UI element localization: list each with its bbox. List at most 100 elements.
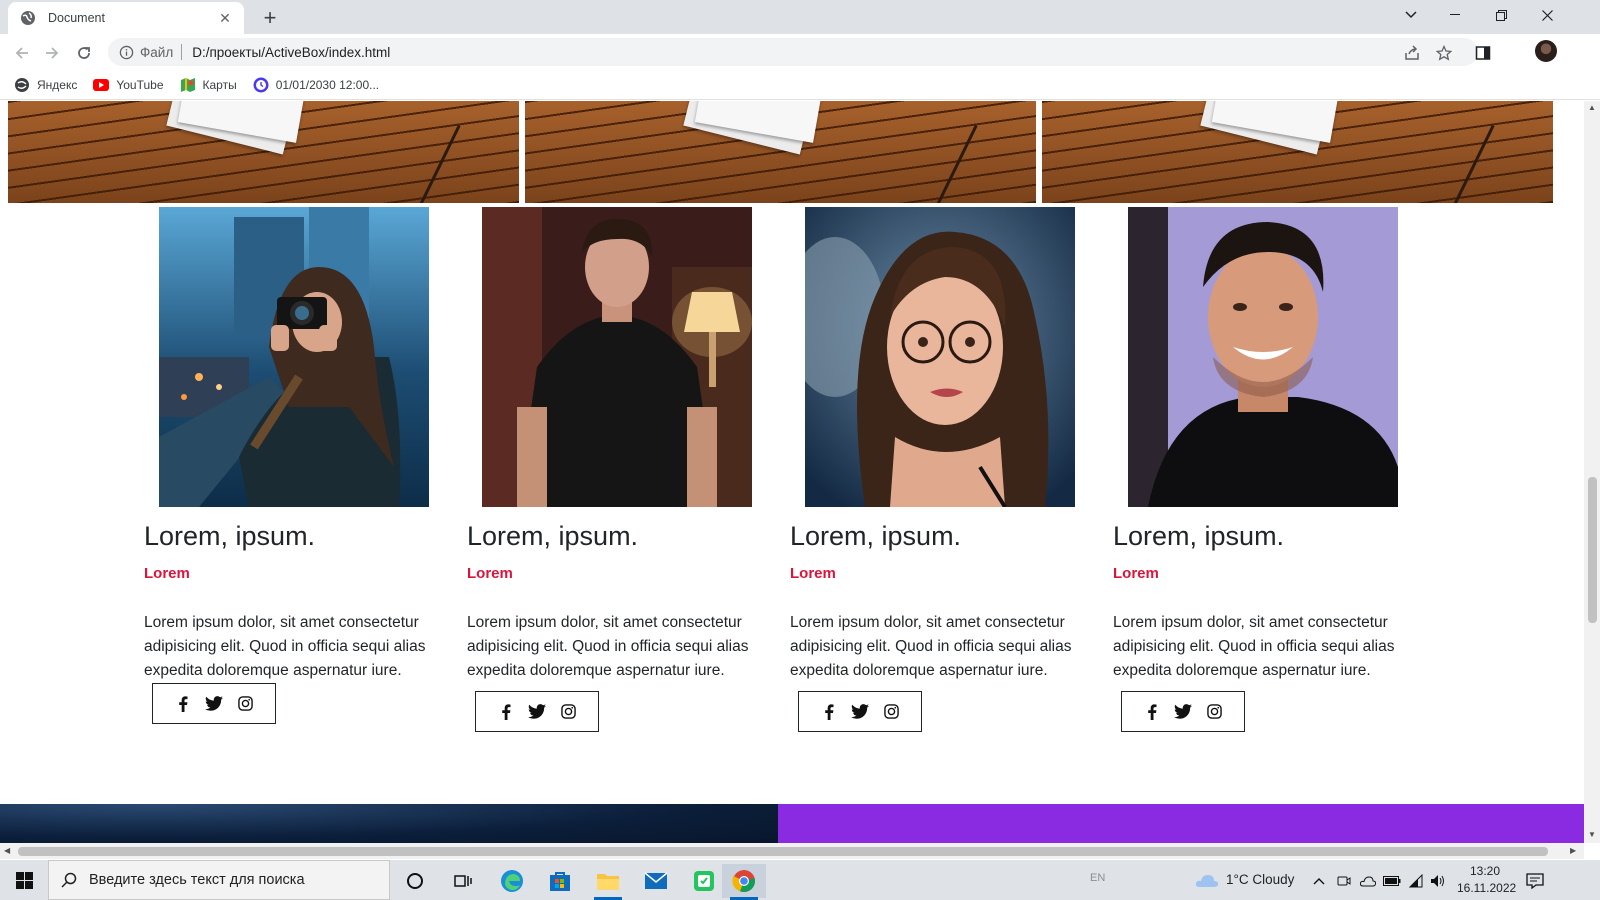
bookmark-label: YouTube — [116, 77, 164, 92]
search-placeholder: Введите здесь текст для поиска — [89, 872, 305, 888]
profile-avatar[interactable] — [1535, 40, 1557, 62]
bookmark-clock[interactable]: 01/01/2030 12:00... — [253, 77, 379, 93]
social-links — [475, 691, 599, 732]
tab-title: Document — [48, 11, 105, 25]
bookmark-label: Яндекс — [37, 77, 78, 92]
card-role: Lorem — [467, 565, 513, 582]
instagram-icon[interactable] — [559, 703, 577, 721]
card-description: Lorem ipsum dolor, sit amet consectetur … — [144, 614, 426, 679]
language-indicator[interactable]: EN — [1090, 872, 1105, 884]
close-tab-icon[interactable]: ✕ — [216, 9, 234, 27]
reload-icon[interactable] — [72, 41, 96, 65]
maps-icon — [180, 77, 196, 93]
instagram-icon[interactable] — [882, 703, 900, 721]
close-window-icon[interactable] — [1524, 0, 1570, 30]
task-view-icon[interactable] — [441, 864, 485, 898]
edge-browser-icon[interactable] — [490, 864, 534, 898]
facebook-icon[interactable] — [497, 703, 515, 721]
chevron-up-icon[interactable] — [1310, 864, 1328, 898]
twitter-icon[interactable] — [527, 703, 546, 721]
forward-arrow-icon[interactable] — [40, 41, 64, 65]
clock-date[interactable]: 16.11.2022 — [1457, 881, 1516, 895]
address-bar[interactable]: Файл D:/проекты/ActiveBox/index.html — [108, 38, 1478, 66]
facebook-icon[interactable] — [174, 695, 192, 713]
browser-toolbar: Файл D:/проекты/ActiveBox/index.html — [0, 34, 1600, 70]
browser-tab-document[interactable]: Document ✕ — [8, 2, 244, 34]
chrome-icon[interactable] — [722, 864, 766, 900]
notifications-icon[interactable] — [1520, 864, 1550, 898]
facebook-icon[interactable] — [1143, 703, 1161, 721]
bookmarks-bar: Яндекс YouTube Карты 01/01/2030 12:00... — [0, 70, 1600, 100]
bookmark-maps[interactable]: Карты — [180, 77, 237, 93]
mail-icon[interactable] — [634, 864, 678, 898]
green-app-icon[interactable] — [682, 864, 726, 898]
scroll-right-arrow-icon[interactable]: ▶ — [1570, 846, 1576, 855]
globe-icon — [20, 10, 36, 26]
social-links — [152, 683, 276, 724]
side-panel-icon[interactable] — [1473, 43, 1493, 63]
wood-desk-image — [1042, 101, 1553, 203]
windows-taskbar: Введите здесь текст для поиска EN 1°C Cl… — [0, 860, 1600, 900]
wood-desk-image — [8, 101, 519, 203]
vertical-scroll-thumb[interactable] — [1588, 477, 1597, 623]
page-viewport: Lorem, ipsum. Lorem Lorem ipsum dolor, s… — [0, 101, 1584, 843]
scroll-up-arrow-icon[interactable]: ▲ — [1588, 103, 1596, 112]
social-links — [798, 691, 922, 732]
horizontal-scrollbar[interactable]: ◀ ▶ — [0, 843, 1584, 859]
woman-with-camera-photo — [159, 207, 429, 507]
weather-text[interactable]: 1°C Cloudy — [1226, 872, 1294, 887]
battery-icon[interactable] — [1382, 864, 1402, 898]
instagram-icon[interactable] — [236, 695, 254, 713]
smiling-man-photo — [1128, 207, 1398, 507]
bookmark-label: 01/01/2030 12:00... — [275, 77, 380, 92]
bookmark-yandex[interactable]: Яндекс — [14, 77, 77, 93]
tab-strip: Document ✕ + — [0, 0, 1600, 34]
taskbar-search-box[interactable]: Введите здесь текст для поиска — [48, 860, 390, 900]
woman-with-glasses-illustration — [805, 207, 1075, 507]
share-icon[interactable] — [1402, 43, 1422, 63]
bookmark-star-icon[interactable] — [1434, 43, 1454, 63]
next-section-image — [0, 804, 778, 843]
site-info-icon[interactable] — [118, 44, 134, 60]
clock-time[interactable]: 13:20 — [1470, 864, 1500, 878]
minimize-window-icon[interactable] — [1432, 0, 1478, 30]
volume-icon[interactable] — [1428, 864, 1448, 898]
meet-now-icon[interactable] — [1334, 864, 1354, 898]
onedrive-icon[interactable] — [1358, 864, 1378, 898]
windows-start-icon[interactable] — [8, 866, 40, 894]
social-links — [1121, 691, 1245, 732]
twitter-icon[interactable] — [850, 703, 869, 721]
twitter-icon[interactable] — [1173, 703, 1192, 721]
file-explorer-icon[interactable] — [586, 864, 630, 900]
card-description: Lorem ipsum dolor, sit amet consectetur … — [467, 614, 749, 679]
cortana-icon[interactable] — [393, 864, 437, 898]
cloud-weather-icon[interactable] — [1192, 864, 1222, 898]
card-name: Lorem, ipsum. — [790, 521, 962, 551]
horizontal-scroll-thumb[interactable] — [18, 847, 1548, 856]
instagram-icon[interactable] — [1205, 703, 1223, 721]
microsoft-store-icon[interactable] — [538, 864, 582, 898]
young-man-black-tshirt-photo — [482, 207, 752, 507]
youtube-icon — [93, 77, 110, 93]
twitter-icon[interactable] — [204, 695, 223, 713]
wifi-icon[interactable] — [1406, 864, 1426, 898]
facebook-icon[interactable] — [820, 703, 838, 721]
bookmark-label: Карты — [202, 77, 237, 92]
card-name: Lorem, ipsum. — [144, 521, 316, 551]
purple-block — [778, 804, 1584, 843]
clock-icon — [253, 77, 269, 93]
tab-search-chevron-icon[interactable] — [1388, 0, 1434, 30]
address-url[interactable]: D:/проекты/ActiveBox/index.html — [192, 45, 390, 60]
scroll-down-arrow-icon[interactable]: ▼ — [1588, 830, 1596, 839]
back-arrow-icon[interactable] — [10, 41, 34, 65]
search-icon — [61, 872, 77, 888]
address-scheme: Файл — [140, 44, 174, 60]
bookmark-youtube[interactable]: YouTube — [93, 77, 164, 93]
scroll-left-arrow-icon[interactable]: ◀ — [4, 846, 10, 855]
card-role: Lorem — [790, 565, 836, 582]
wood-desk-image — [525, 101, 1036, 203]
new-tab-button[interactable]: + — [258, 5, 282, 30]
restore-window-icon[interactable] — [1478, 0, 1524, 30]
card-name: Lorem, ipsum. — [467, 521, 639, 551]
vertical-scrollbar[interactable]: ▲ ▼ — [1584, 101, 1600, 843]
